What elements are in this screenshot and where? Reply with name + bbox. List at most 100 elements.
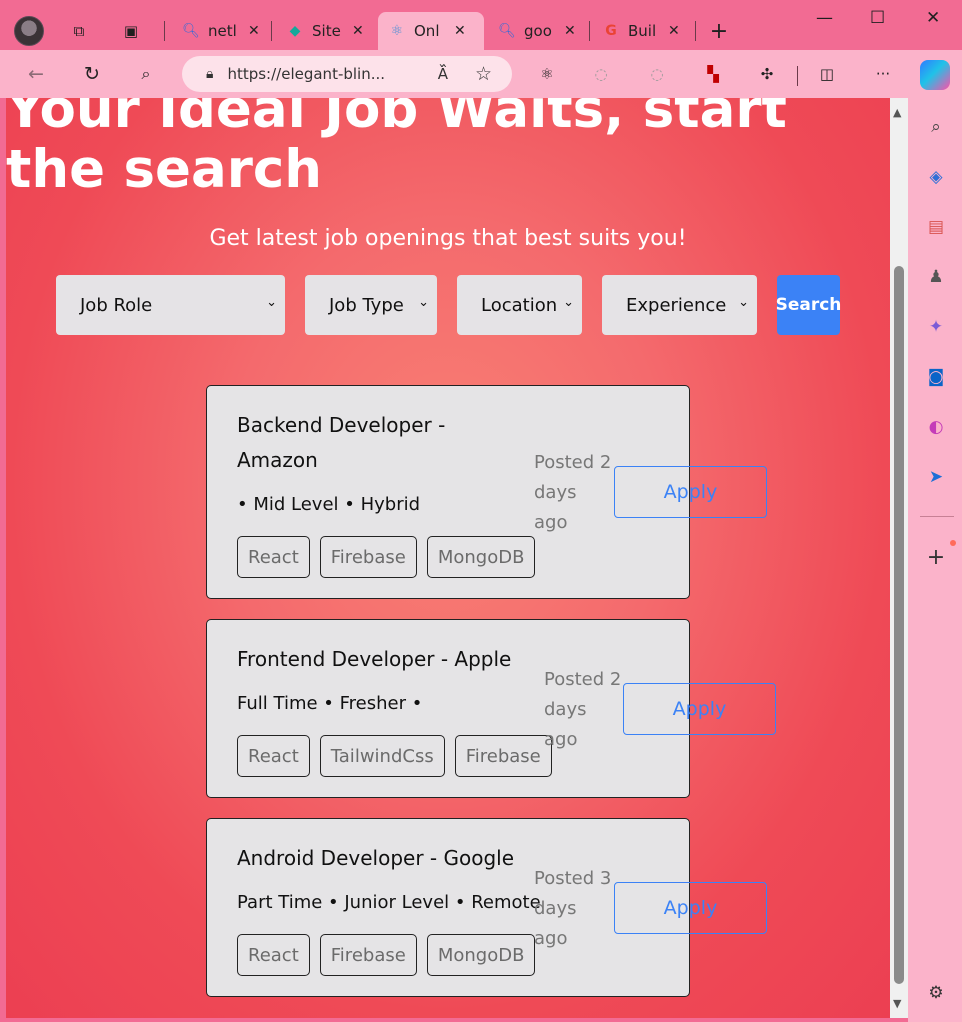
location-label: Location — [481, 294, 558, 316]
scroll-up-icon[interactable]: ▲ — [893, 106, 901, 119]
games-icon[interactable]: ♟ — [925, 266, 947, 288]
close-icon[interactable]: ✕ — [668, 23, 680, 39]
outlook-icon[interactable]: ◙ — [925, 366, 947, 388]
close-icon[interactable]: ✕ — [352, 23, 364, 39]
pdf-icon[interactable]: ▚ — [702, 63, 724, 85]
tech-tag: MongoDB — [426, 934, 536, 976]
send-icon[interactable]: ➤ — [925, 466, 947, 488]
tab-title: Buil — [628, 22, 657, 40]
read-aloud-icon[interactable]: A᷈ — [438, 65, 448, 83]
extension-icon[interactable]: ◌ — [646, 63, 668, 85]
tab-bar: ⧉ ▣ 🔍︎ netl ✕ ◆ Site ✕ ⚛ Onl ✕ 🔍︎ goo ✕ … — [0, 0, 962, 50]
location-select[interactable]: Location ⌄ — [457, 275, 582, 335]
job-type-select[interactable]: Job Type ⌄ — [305, 275, 437, 335]
search-button[interactable]: Search — [776, 275, 841, 335]
tech-tag: MongoDB — [426, 536, 536, 578]
hero-subtitle: Get latest job openings that best suits … — [209, 226, 687, 251]
tab-title: Site — [312, 22, 341, 40]
tech-tag: Firebase — [319, 934, 417, 976]
scroll-down-icon[interactable]: ▼ — [893, 997, 901, 1010]
job-card: Backend Developer - Amazon • Mid Level •… — [206, 385, 767, 599]
job-meta: Full Time • Fresher • — [237, 693, 423, 714]
sidebar-search-icon[interactable]: ⌕ — [925, 116, 947, 138]
scrollbar-thumb[interactable] — [894, 266, 904, 984]
new-tab-icon[interactable]: + — [708, 19, 730, 44]
job-card: Android Developer - Google Part Time • J… — [206, 818, 767, 997]
close-icon[interactable]: ✕ — [248, 23, 260, 39]
tech-tag: Firebase — [454, 735, 552, 777]
job-role-title: Android Developer - Google — [237, 846, 515, 870]
close-window-icon[interactable]: ✕ — [926, 8, 940, 28]
job-role-title: Backend Developer - Amazon — [237, 413, 446, 472]
tools-briefcase-icon[interactable]: ▤ — [925, 216, 947, 238]
favorite-star-icon[interactable]: ☆ — [475, 63, 492, 85]
react-devtools-icon[interactable]: ⚛ — [536, 63, 558, 85]
chevron-down-icon: ⌄ — [738, 295, 749, 310]
job-role-select[interactable]: Job Role ⌄ — [56, 275, 285, 335]
tab-netl[interactable]: 🔍︎ netl ✕ — [172, 12, 260, 50]
tab-goo[interactable]: 🔍︎ goo ✕ — [488, 12, 576, 50]
window-bottom-edge — [0, 1018, 908, 1022]
tab-separator — [164, 21, 165, 41]
tab-actions-icon[interactable]: ▣ — [120, 20, 142, 42]
apply-button[interactable]: Apply — [614, 466, 767, 518]
close-icon[interactable]: ✕ — [564, 23, 576, 39]
tab-title: Onl — [414, 22, 440, 40]
tab-title: netl — [208, 22, 237, 40]
sidebar-divider — [920, 516, 954, 517]
posted-date: Posted 2 days ago — [544, 669, 622, 750]
tag-list: React Firebase MongoDB — [237, 934, 536, 976]
apply-button[interactable]: Apply — [614, 882, 767, 934]
url-text[interactable]: https://elegant-blin... — [227, 65, 397, 83]
refresh-icon[interactable]: ↻ — [80, 62, 104, 86]
tab-site[interactable]: ◆ Site ✕ — [276, 12, 364, 50]
tech-tag: React — [237, 735, 310, 777]
job-type-label: Job Type — [329, 294, 404, 316]
copilot-icon[interactable] — [920, 60, 950, 90]
tech-tag: React — [237, 934, 310, 976]
chevron-down-icon: ⌄ — [418, 295, 429, 310]
designer-icon[interactable]: ◐ — [925, 416, 947, 438]
profile-avatar[interactable] — [14, 16, 44, 46]
tab-separator — [271, 21, 272, 41]
search-icon[interactable]: ⌕ — [134, 62, 158, 86]
tab-separator — [589, 21, 590, 41]
address-bar[interactable]: 🔒︎ https://elegant-blin... A᷈ ☆ — [182, 56, 512, 92]
maximize-icon[interactable]: ☐ — [870, 8, 885, 28]
tech-tag: React — [237, 536, 310, 578]
tab-buil[interactable]: G Buil ✕ — [592, 12, 680, 50]
experience-label: Experience — [626, 294, 727, 316]
extension-icon[interactable]: ◌ — [590, 63, 612, 85]
tab-separator — [695, 21, 696, 41]
settings-gear-icon[interactable]: ⚙ — [925, 982, 947, 1004]
job-card: Frontend Developer - Apple Full Time • F… — [206, 619, 776, 798]
close-icon[interactable]: ✕ — [454, 23, 466, 39]
split-screen-icon[interactable]: ◫ — [816, 63, 838, 85]
extensions-puzzle-icon[interactable]: ✣ — [756, 63, 778, 85]
address-toolbar: ← ↻ ⌕ 🔒︎ https://elegant-blin... A᷈ ☆ ⚛ … — [0, 50, 962, 98]
back-icon[interactable]: ← — [24, 62, 48, 86]
apply-button[interactable]: Apply — [623, 683, 776, 735]
more-options-icon[interactable]: ··· — [872, 63, 894, 85]
minimize-icon[interactable]: — — [816, 8, 833, 28]
posted-date: Posted 3 days ago — [534, 868, 612, 949]
chevron-down-icon: ⌄ — [563, 295, 574, 310]
experience-select[interactable]: Experience ⌄ — [602, 275, 757, 335]
add-icon[interactable]: + — [925, 545, 947, 570]
notification-dot — [950, 540, 956, 546]
page-scrollbar[interactable]: ▲ ▼ — [890, 98, 908, 1018]
job-meta: • Mid Level • Hybrid — [237, 494, 421, 515]
workspaces-icon[interactable]: ⧉ — [68, 20, 90, 42]
google-icon: G — [605, 23, 617, 39]
copilot-sidebar-icon[interactable]: ✦ — [925, 316, 947, 338]
tab-title: goo — [524, 22, 552, 40]
posted-date: Posted 2 days ago — [534, 452, 612, 533]
shopping-tag-icon[interactable]: ◈ — [925, 166, 947, 188]
job-meta: Part Time • Junior Level • Remote — [237, 892, 541, 913]
lock-icon[interactable]: 🔒︎ — [206, 66, 213, 82]
edge-sidebar: ⌕ ◈ ▤ ♟ ✦ ◙ ◐ ➤ + ⚙ — [908, 98, 962, 1022]
tab-onl[interactable]: ⚛ Onl ✕ — [378, 12, 484, 50]
chevron-down-icon: ⌄ — [266, 295, 277, 310]
search-icon: 🔍︎ — [182, 23, 200, 39]
tech-tag: TailwindCss — [319, 735, 445, 777]
